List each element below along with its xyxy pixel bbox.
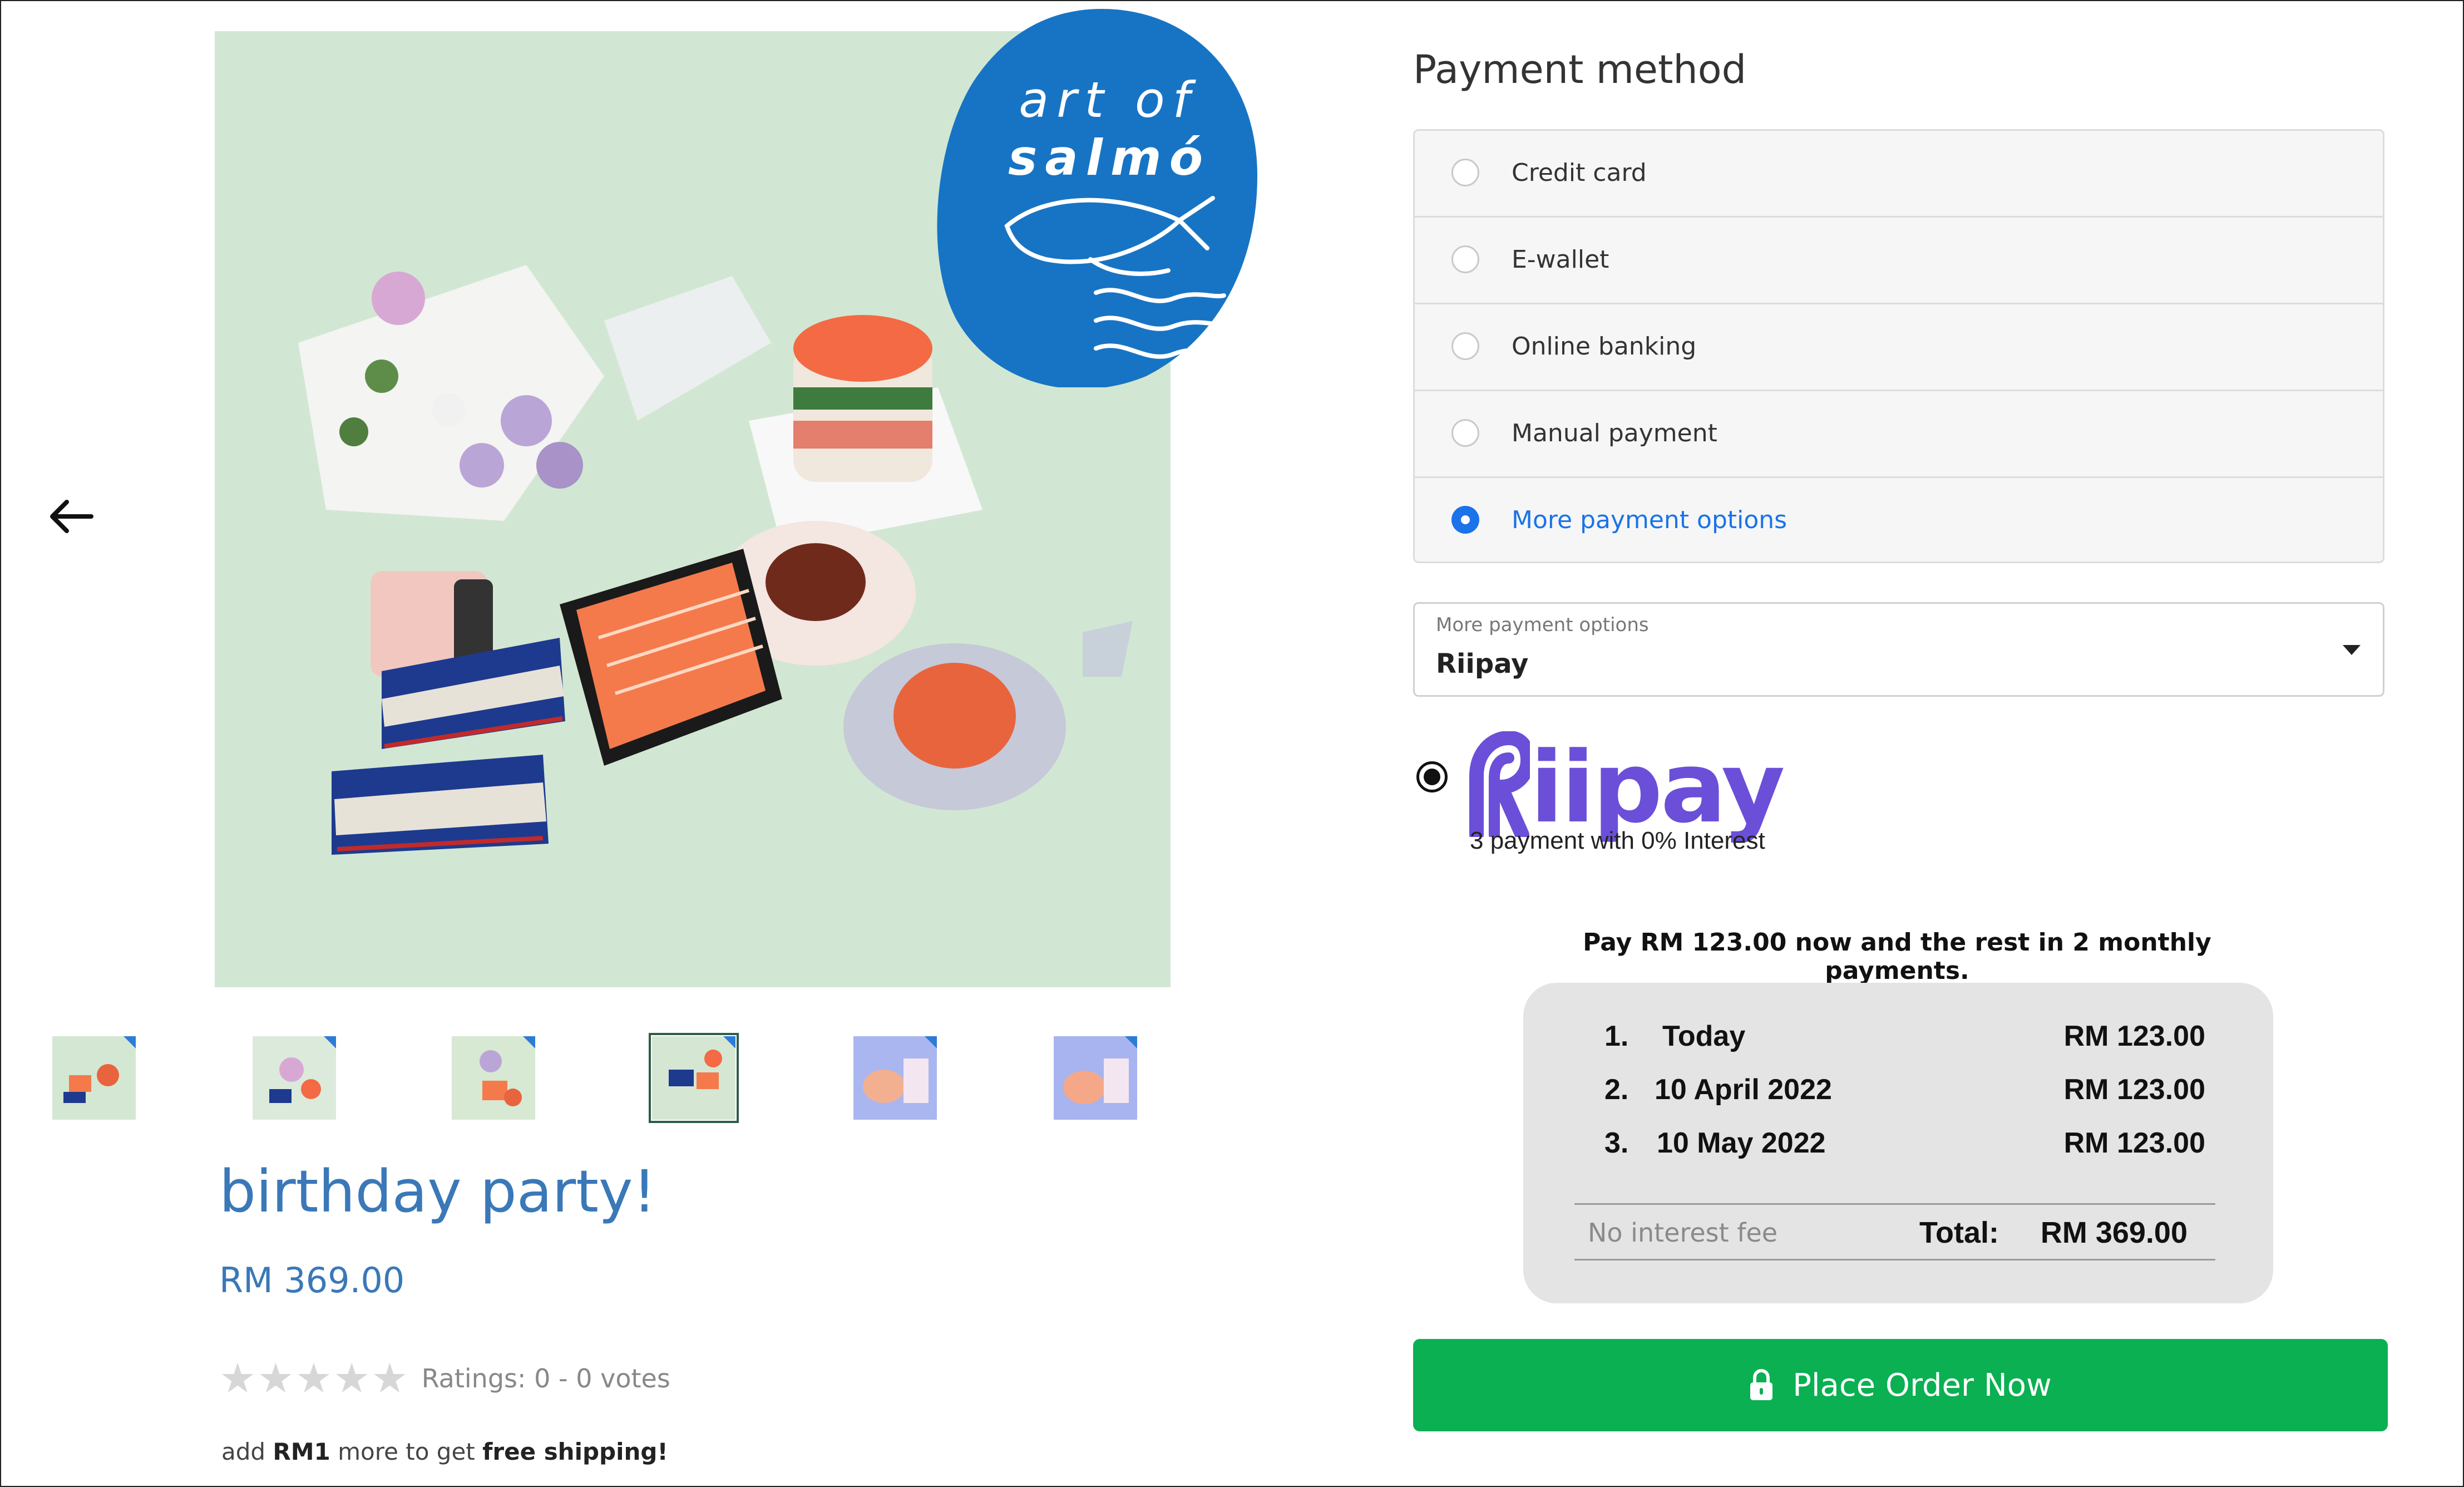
installment-headline: Pay RM 123.00 now and the rest in 2 mont… (1583, 928, 2211, 985)
radio-button[interactable] (1451, 332, 1479, 360)
radio-button[interactable] (1451, 419, 1479, 447)
installment-amount: RM 123.00 (2063, 1020, 2205, 1052)
star-icon[interactable]: ★ (257, 1358, 294, 1399)
chevron-down-icon (2343, 645, 2361, 655)
installment-number: 3. (1604, 1127, 1629, 1159)
brand-logo (937, 9, 1257, 387)
divider (1574, 1259, 2215, 1260)
payment-option-manual-payment[interactable]: Manual payment (1415, 391, 2383, 478)
shipping-prefix: add (221, 1438, 273, 1465)
installment-amount: RM 123.00 (2063, 1074, 2205, 1106)
divider (1574, 1203, 2215, 1205)
thumbnail-4[interactable] (649, 1033, 739, 1123)
installment-date: 10 April 2022 (1655, 1074, 1832, 1106)
riipay-logo-text: iipay (1530, 731, 1785, 845)
installment-schedule: 1. Today RM 123.00 2. 10 April 2022 RM 1… (1523, 983, 2273, 1303)
place-order-button[interactable]: Place Order Now (1413, 1339, 2388, 1431)
thumbnail-5[interactable]: ​ (853, 1036, 937, 1120)
payment-option-label: Manual payment (1512, 419, 1717, 447)
installment-number: 2. (1604, 1074, 1629, 1106)
riipay-tagline: 3 payment with 0% Interest (1470, 827, 1765, 854)
product-title: birthday party! (219, 1158, 656, 1225)
arrow-left-icon[interactable] (45, 490, 98, 543)
star-icon[interactable]: ★ (371, 1358, 408, 1399)
total-label: Total: (1919, 1216, 1999, 1249)
select-value: Riipay (1436, 648, 1529, 680)
star-icon[interactable]: ★ (295, 1358, 332, 1399)
lock-icon (1750, 1369, 1773, 1400)
shipping-note: add RM1 more to get free shipping! (221, 1438, 668, 1465)
installment-number: 1. (1604, 1020, 1629, 1052)
payment-option-e-wallet[interactable]: E-wallet (1415, 218, 2383, 304)
star-icon[interactable]: ★ (333, 1358, 370, 1399)
installment-row: 1. Today RM 123.00 (1604, 1020, 2205, 1064)
installment-row: 2. 10 April 2022 RM 123.00 (1604, 1073, 2205, 1117)
payment-option-label: Credit card (1512, 159, 1647, 187)
shipping-highlight: free shipping! (482, 1438, 668, 1465)
payment-option-more-options[interactable]: More payment options (1415, 478, 2383, 562)
payment-option-online-banking[interactable]: Online banking (1415, 304, 2383, 391)
payment-option-label: More payment options (1512, 506, 1787, 534)
brand-logo-line-1: art of (1019, 71, 1198, 129)
select-label: More payment options (1436, 614, 1649, 636)
more-payment-options-select[interactable]: More payment options Riipay (1413, 602, 2384, 697)
shipping-amount: RM1 (273, 1438, 330, 1465)
rating-text: Ratings: 0 - 0 votes (421, 1363, 670, 1394)
thumbnail-2[interactable] (253, 1036, 336, 1120)
payment-option-label: Online banking (1512, 332, 1697, 361)
radio-button[interactable] (1451, 245, 1479, 273)
payment-option-label: E-wallet (1512, 245, 1609, 274)
product-price: RM 369.00 (219, 1260, 405, 1301)
riipay-radio-button[interactable] (1416, 761, 1448, 792)
installment-date: 10 May 2022 (1657, 1127, 1826, 1159)
no-interest-fee: No interest fee (1588, 1218, 1778, 1248)
brand-logo-line-2: salmó (1008, 129, 1211, 186)
thumbnail-3[interactable] (452, 1036, 535, 1120)
thumbnail-1[interactable] (52, 1036, 136, 1120)
star-icon[interactable]: ★ (219, 1358, 256, 1399)
riipay-logo: iipay (1469, 720, 1785, 845)
radio-button-selected[interactable] (1451, 506, 1479, 534)
radio-button[interactable] (1451, 159, 1479, 186)
riipay-r-icon (1469, 731, 1530, 837)
rating: ★ ★ ★ ★ ★ Ratings: 0 - 0 votes (219, 1358, 670, 1399)
place-order-label: Place Order Now (1793, 1367, 2052, 1404)
payment-methods-list: Credit card E-wallet Online banking Manu… (1413, 129, 2384, 563)
installment-row: 3. 10 May 2022 RM 123.00 (1604, 1126, 2205, 1171)
payment-method-title: Payment method (1413, 47, 1747, 92)
thumbnail-6[interactable] (1054, 1036, 1137, 1120)
payment-option-credit-card[interactable]: Credit card (1415, 131, 2383, 218)
brand-logo-text: art of salmó (1008, 71, 1208, 187)
total-value: RM 369.00 (2040, 1216, 2188, 1249)
installment-amount: RM 123.00 (2063, 1127, 2205, 1159)
installment-date: Today (1662, 1020, 1746, 1052)
shipping-middle: more to get (330, 1438, 483, 1465)
